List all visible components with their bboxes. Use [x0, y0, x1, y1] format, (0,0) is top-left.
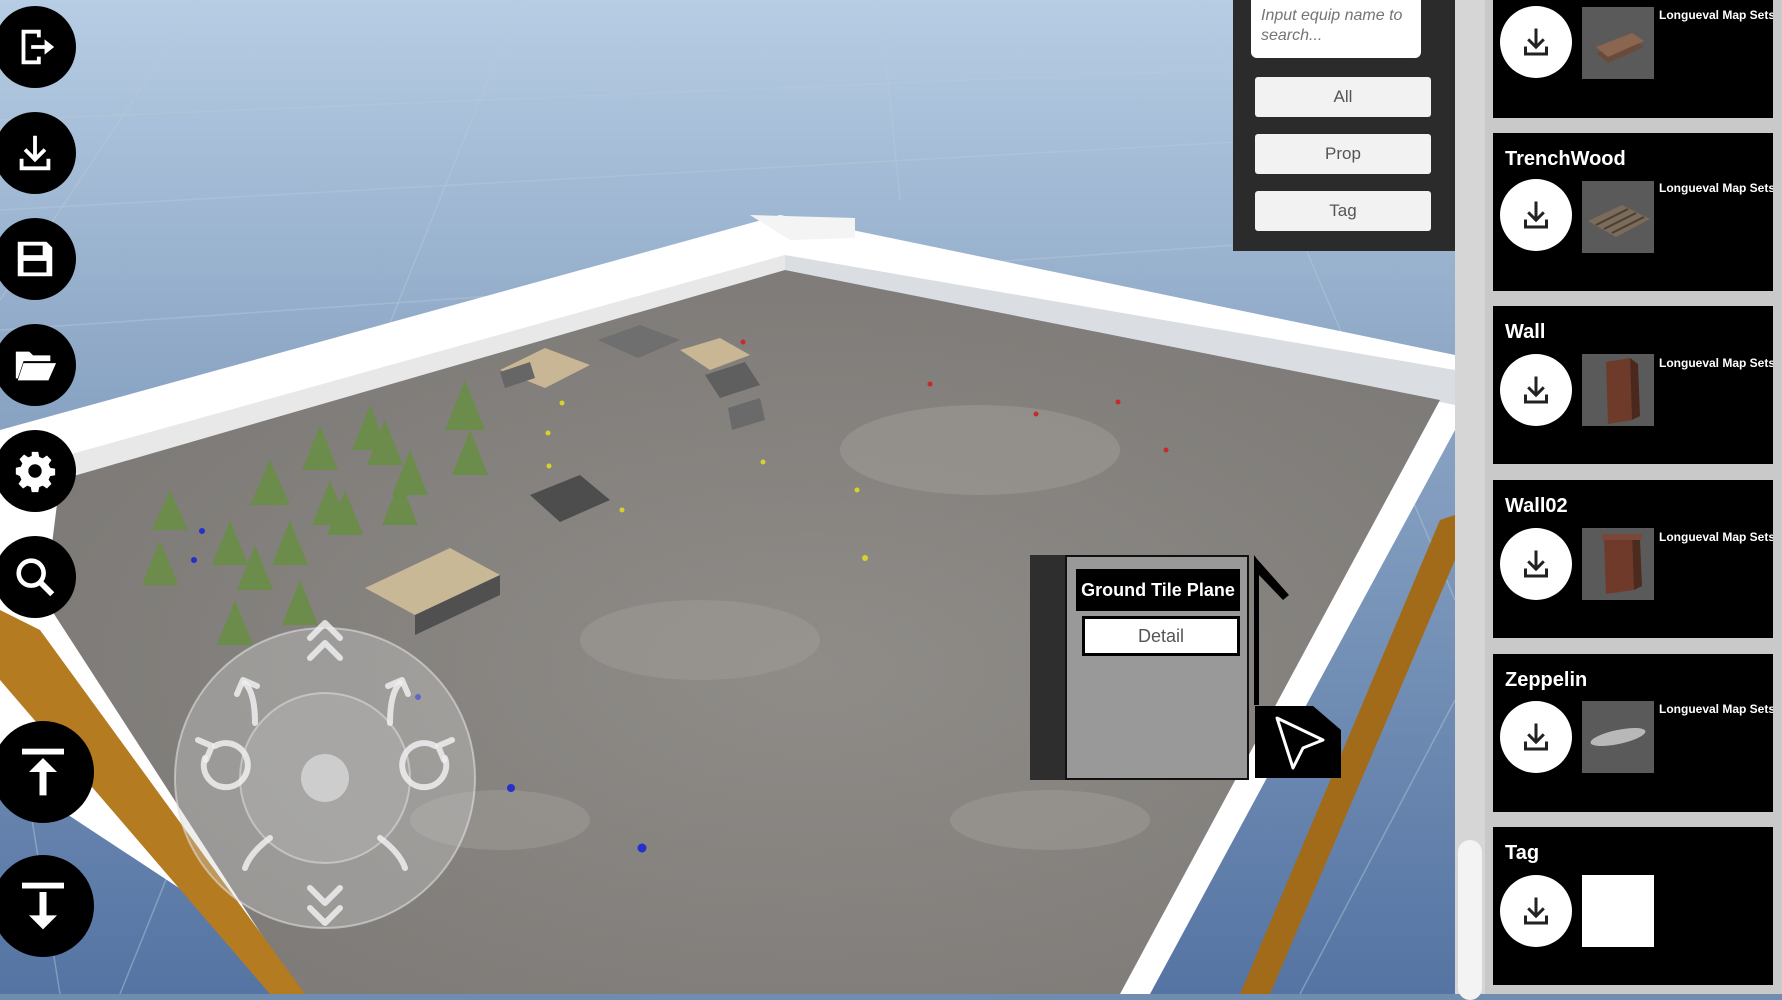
object-context-popup: Ground Tile Plane Detail	[1030, 555, 1254, 780]
asset-card[interactable]: Zeppelin Longueval Map Sets	[1493, 654, 1773, 812]
context-popup-handle[interactable]	[1030, 555, 1067, 780]
filter-all-button[interactable]: All	[1255, 77, 1431, 117]
folder-open-icon	[15, 351, 57, 381]
save-icon	[17, 241, 53, 277]
camera-joystick[interactable]	[150, 608, 500, 948]
joystick-knob[interactable]	[301, 754, 349, 802]
asset-download-button[interactable]	[1500, 701, 1572, 773]
asset-card[interactable]: Wall02 Longueval Map Sets	[1493, 480, 1773, 638]
asset-download-button[interactable]	[1500, 179, 1572, 251]
select-cursor-button[interactable]	[1253, 706, 1343, 778]
asset-download-button[interactable]	[1500, 528, 1572, 600]
download-icon	[19, 135, 51, 171]
context-connector	[1254, 555, 1289, 705]
asset-source: Longueval Map Sets	[1659, 356, 1773, 370]
equip-search-input[interactable]	[1251, 0, 1421, 58]
gear-icon	[15, 451, 56, 493]
filter-panel: All Prop Tag	[1233, 0, 1455, 251]
asset-thumbnail	[1582, 528, 1654, 600]
filter-prop-button[interactable]: Prop	[1255, 134, 1431, 174]
filter-tag-button[interactable]: Tag	[1255, 191, 1431, 231]
asset-download-button[interactable]	[1500, 875, 1572, 947]
download-icon	[1524, 550, 1548, 578]
download-icon	[1524, 201, 1548, 229]
asset-title: Wall	[1505, 321, 1546, 343]
asset-source: Longueval Map Sets	[1659, 530, 1773, 544]
lower-icon	[22, 882, 64, 930]
asset-thumbnail	[1582, 7, 1654, 79]
asset-source: Longueval Map Sets	[1659, 8, 1773, 22]
asset-thumbnail	[1582, 354, 1654, 426]
scrollbar[interactable]	[1455, 0, 1485, 1000]
search-icon	[16, 558, 55, 597]
download-icon	[1524, 28, 1548, 56]
cursor-arrow-icon	[1255, 706, 1341, 778]
asset-title: Zeppelin	[1505, 669, 1588, 691]
context-title: Ground Tile Plane	[1076, 569, 1240, 611]
asset-card[interactable]: Longueval Map Sets	[1493, 0, 1773, 118]
asset-source: Longueval Map Sets	[1659, 181, 1773, 195]
download-icon	[1524, 376, 1548, 404]
asset-title: TrenchWood	[1505, 148, 1626, 170]
asset-source: Longueval Map Sets	[1659, 702, 1773, 716]
asset-thumbnail	[1582, 701, 1654, 773]
detail-button[interactable]: Detail	[1082, 616, 1240, 656]
asset-card[interactable]: Tag	[1493, 827, 1773, 985]
asset-title: Wall02	[1505, 495, 1568, 517]
asset-thumbnail	[1582, 181, 1654, 253]
raise-icon	[22, 748, 64, 796]
asset-download-button[interactable]	[1500, 354, 1572, 426]
asset-list-panel: Longueval Map Sets TrenchWood Longueval …	[1455, 0, 1782, 1000]
asset-card[interactable]: TrenchWood Longueval Map Sets	[1493, 133, 1773, 291]
scrollbar-thumb[interactable]	[1458, 840, 1482, 1000]
asset-card[interactable]: Wall Longueval Map Sets	[1493, 306, 1773, 464]
download-icon	[1524, 897, 1548, 925]
asset-title: Tag	[1505, 842, 1540, 864]
exit-icon	[21, 29, 55, 65]
asset-thumbnail	[1582, 875, 1654, 947]
asset-download-button[interactable]	[1500, 6, 1572, 78]
download-icon	[1524, 723, 1548, 751]
